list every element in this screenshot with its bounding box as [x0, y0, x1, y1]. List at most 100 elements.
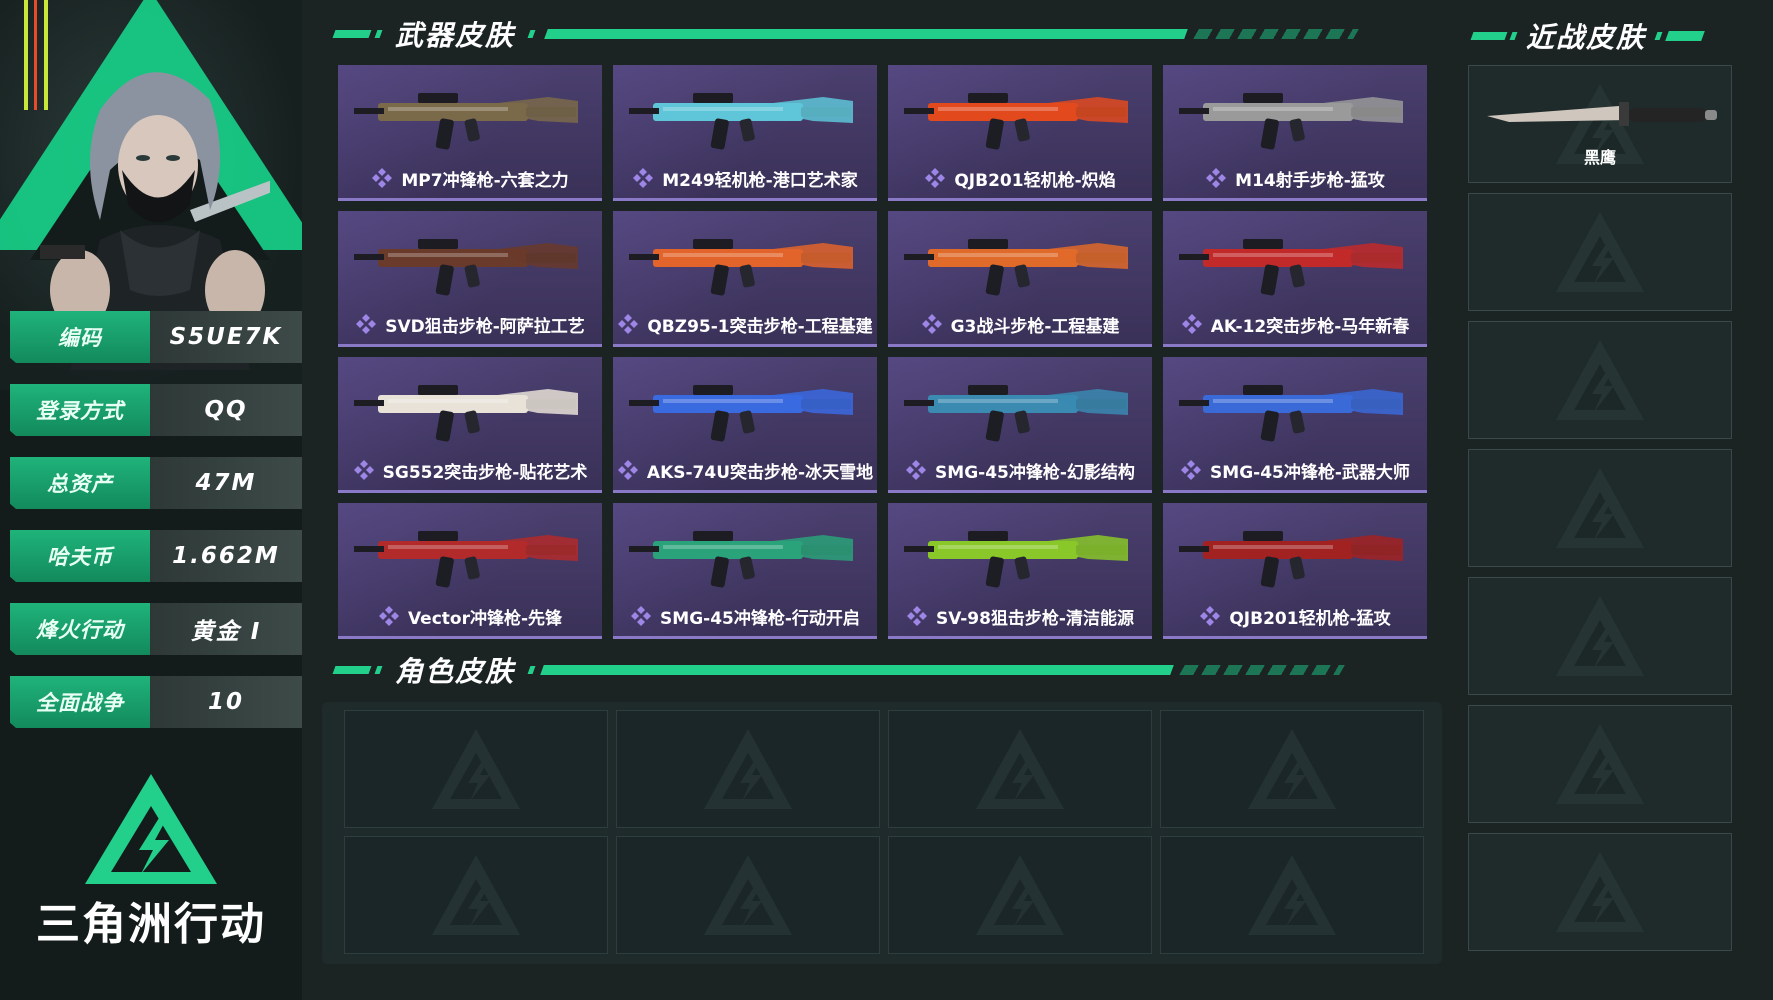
weapon-skin-label: AKS-74U突击步枪-冰天雪地 [613, 456, 877, 484]
melee-skin-slot-empty [1468, 833, 1732, 951]
weapon-skin-card[interactable]: QJB201轻机枪-猛攻 [1163, 503, 1427, 639]
knife-image [1487, 102, 1717, 126]
rarity-diamond-icon [353, 460, 374, 480]
rarity-diamond-icon [906, 460, 927, 480]
rarity-diamond-icon [356, 314, 377, 334]
placeholder-delta-icon [432, 729, 520, 809]
weapon-skin-name: M14射手步枪-猛攻 [1235, 170, 1385, 191]
weapon-skin-card[interactable]: SMG-45冲锋枪-行动开启 [613, 503, 877, 639]
dash-decoration [1179, 665, 1345, 675]
weapon-skin-card[interactable]: SV-98狙击步枪-清洁能源 [888, 503, 1152, 639]
weapon-image [904, 531, 1128, 588]
weapon-image [629, 93, 853, 150]
weapon-skin-name: AKS-74U突击步枪-冰天雪地 [646, 462, 874, 483]
placeholder-delta-icon [1248, 855, 1336, 935]
weapon-skin-name: SG552突击步枪-贴花艺术 [382, 462, 588, 483]
rarity-diamond-icon [925, 168, 946, 188]
weapon-image [904, 385, 1128, 442]
weapon-skin-name: Vector冲锋枪-先锋 [407, 608, 563, 629]
stat-label: 登录方式 [10, 384, 150, 436]
melee-skin-slot-empty [1468, 449, 1732, 567]
placeholder-delta-icon [976, 855, 1064, 935]
weapon-skin-label: M249轻机枪-港口艺术家 [613, 164, 877, 192]
weapon-image [629, 385, 853, 442]
weapon-skin-card[interactable]: SG552突击步枪-贴花艺术 [338, 357, 602, 493]
weapon-skin-name: M249轻机枪-港口艺术家 [662, 170, 858, 191]
placeholder-delta-icon [1556, 724, 1644, 804]
weapon-skin-card[interactable]: AKS-74U突击步枪-冰天雪地 [613, 357, 877, 493]
placeholder-delta-icon [976, 729, 1064, 809]
weapon-skin-card[interactable]: SMG-45冲锋枪-武器大师 [1163, 357, 1427, 493]
weapon-skin-label: QJB201轻机枪-猛攻 [1163, 602, 1427, 630]
melee-skins-column: 黑鹰 [1468, 65, 1732, 961]
weapon-skins-header: 武器皮肤 [332, 14, 1414, 54]
delta-logo-icon [85, 774, 217, 884]
character-skin-slot-empty [888, 836, 1152, 954]
rarity-diamond-icon [921, 314, 942, 334]
rarity-diamond-icon [617, 460, 638, 480]
character-skin-slot-empty [888, 710, 1152, 828]
weapon-image [629, 239, 853, 296]
weapon-image [1179, 93, 1403, 150]
weapon-skin-card[interactable]: QJB201轻机枪-炽焰 [888, 65, 1152, 201]
placeholder-delta-icon [1556, 340, 1644, 420]
rarity-diamond-icon [378, 606, 399, 626]
character-skin-slot-empty [616, 836, 880, 954]
placeholder-delta-icon [1556, 596, 1644, 676]
character-skin-slot-empty [616, 710, 880, 828]
stat-row-operation-rank: 烽火行动 黄金 I [10, 603, 302, 655]
character-skin-slot-empty [344, 710, 608, 828]
stat-label: 全面战争 [10, 676, 150, 728]
weapon-skin-card[interactable]: G3战斗步枪-工程基建 [888, 211, 1152, 347]
character-skins-grid [344, 710, 1424, 954]
weapon-image [904, 93, 1128, 150]
stat-row-warfare-rank: 全面战争 10 [10, 676, 302, 728]
weapon-skin-card[interactable]: SVD狙击步枪-阿萨拉工艺 [338, 211, 602, 347]
weapon-skin-label: M14射手步枪-猛攻 [1163, 164, 1427, 192]
weapon-skin-card[interactable]: AK-12突击步枪-马年新春 [1163, 211, 1427, 347]
weapon-skin-name: SVD狙击步枪-阿萨拉工艺 [385, 316, 585, 337]
weapon-skin-label: SG552突击步枪-贴花艺术 [338, 456, 602, 484]
weapon-image [904, 239, 1128, 296]
weapon-skin-name: SMG-45冲锋枪-武器大师 [1210, 462, 1410, 483]
stat-value: 黄金 I [150, 603, 302, 655]
weapon-skin-name: AK-12突击步枪-马年新春 [1210, 316, 1410, 337]
weapon-skin-label: Vector冲锋枪-先锋 [338, 602, 602, 630]
melee-skin-slot-empty [1468, 705, 1732, 823]
weapon-image [1179, 531, 1403, 588]
placeholder-delta-icon [432, 855, 520, 935]
weapon-skin-card[interactable]: SMG-45冲锋枪-幻影结构 [888, 357, 1152, 493]
game-title: 三角洲行动 [36, 899, 266, 950]
weapon-skin-card[interactable]: QBZ95-1突击步枪-工程基建 [613, 211, 877, 347]
rarity-diamond-icon [907, 606, 928, 626]
weapon-image [1179, 239, 1403, 296]
weapon-skin-card[interactable]: M249轻机枪-港口艺术家 [613, 65, 877, 201]
stat-label: 编码 [10, 311, 150, 363]
weapon-skin-name: SV-98狙击步枪-清洁能源 [936, 608, 1134, 629]
character-skins-header: 角色皮肤 [332, 650, 1414, 690]
weapon-image [1179, 385, 1403, 442]
stat-label: 总资产 [10, 457, 150, 509]
placeholder-delta-icon [1556, 212, 1644, 292]
weapon-skin-card[interactable]: Vector冲锋枪-先锋 [338, 503, 602, 639]
character-skin-slot-empty [344, 836, 608, 954]
weapon-skin-label: QBZ95-1突击步枪-工程基建 [613, 310, 877, 338]
weapon-skin-name: QJB201轻机枪-猛攻 [1229, 608, 1391, 629]
rarity-diamond-icon [1181, 314, 1202, 334]
weapon-skin-name: MP7冲锋枪-六套之力 [401, 170, 569, 191]
weapon-skin-name: QJB201轻机枪-炽焰 [954, 170, 1116, 191]
weapon-skin-label: AK-12突击步枪-马年新春 [1163, 310, 1427, 338]
character-skin-slot-empty [1160, 836, 1424, 954]
weapon-skin-name: SMG-45冲锋枪-幻影结构 [935, 462, 1135, 483]
rarity-diamond-icon [618, 314, 639, 334]
weapon-skin-card[interactable]: MP7冲锋枪-六套之力 [338, 65, 602, 201]
weapon-skin-name: SMG-45冲锋枪-行动开启 [660, 608, 860, 629]
stat-row-login: 登录方式 QQ [10, 384, 302, 436]
melee-skin-card[interactable]: 黑鹰 [1468, 65, 1732, 183]
weapon-skin-card[interactable]: M14射手步枪-猛攻 [1163, 65, 1427, 201]
weapon-skin-label: SVD狙击步枪-阿萨拉工艺 [338, 310, 602, 338]
weapon-skin-name: G3战斗步枪-工程基建 [950, 316, 1120, 337]
character-skin-slot-empty [1160, 710, 1424, 828]
weapon-skin-label: MP7冲锋枪-六套之力 [338, 164, 602, 192]
placeholder-delta-icon [704, 729, 792, 809]
